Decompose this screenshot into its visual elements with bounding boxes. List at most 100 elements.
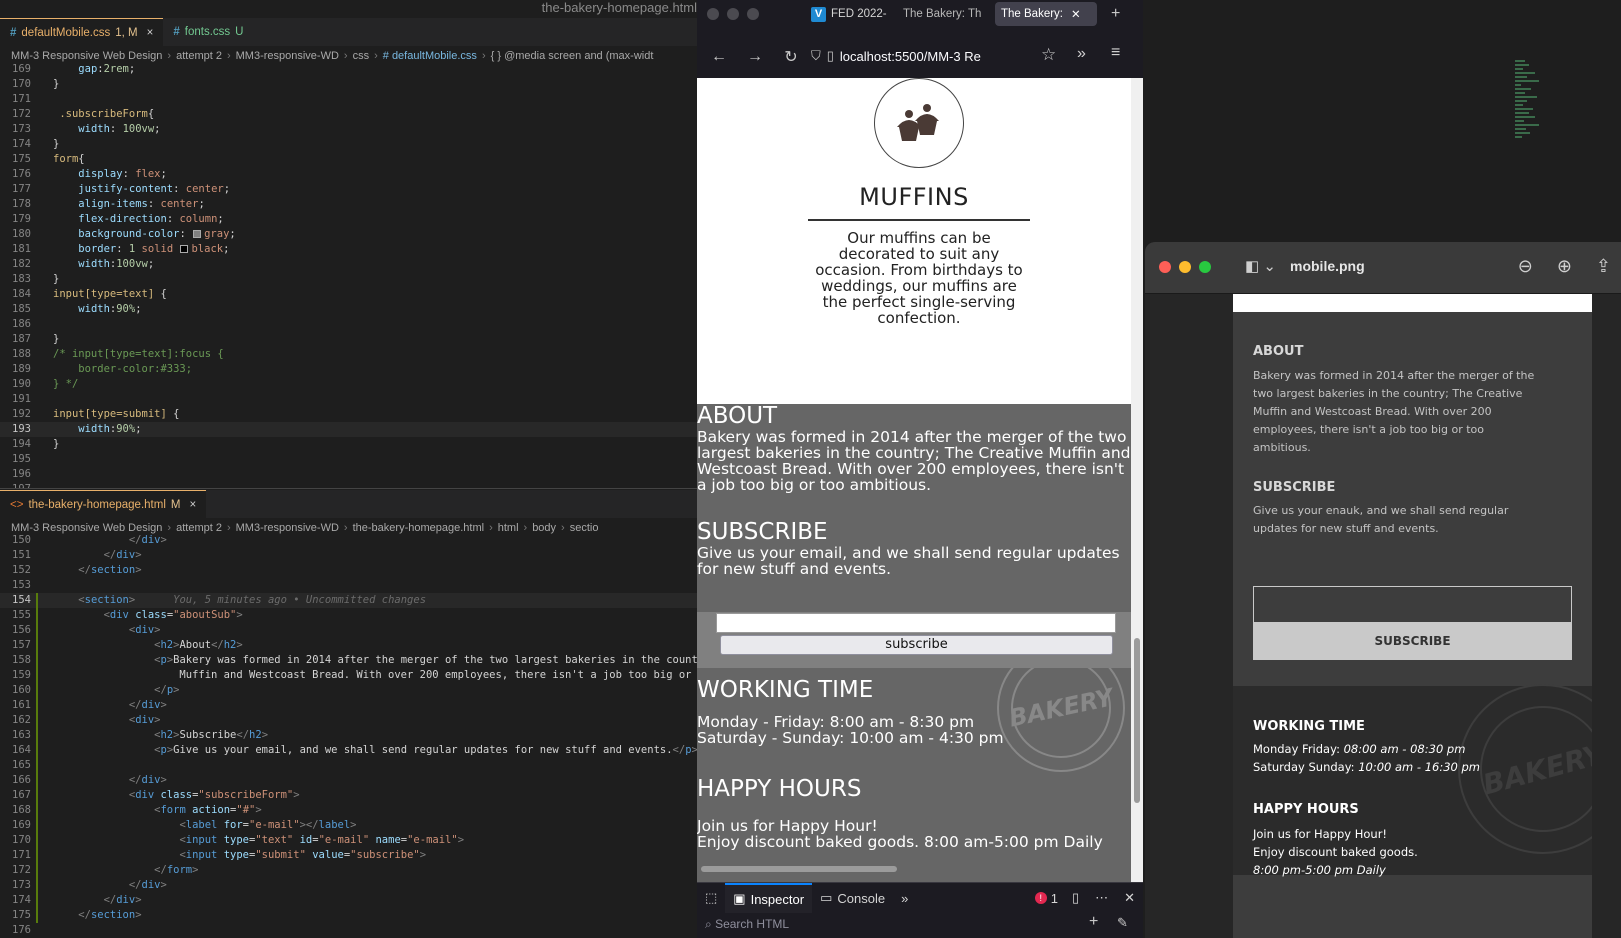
browser-tab-label: FED 2022- [831,8,887,20]
tab-bakery-homepage-html[interactable]: <> the-bakery-homepage.html M × [0,490,207,518]
close-window-button[interactable] [1159,261,1171,273]
close-icon[interactable]: ✕ [1071,7,1081,21]
line-number: 176 [12,924,31,936]
browser-tab-bakery-1[interactable]: The Bakery: Th [897,2,991,26]
preview-titlebar: ◧ ⌄ mobile.png ⊖ ⊕ ⇪ [1145,242,1621,294]
tab-defaultmobile-css[interactable]: # defaultMobile.css 1, M × [0,18,164,46]
git-change-marker [36,758,38,773]
shield-icon[interactable]: ⛉ [811,48,821,64]
working-time-weekdays: Monday - Friday: 8:00 am - 8:30 pm [697,713,975,731]
star-bookmark-icon[interactable]: ☆ [1041,45,1056,65]
git-change-marker [36,893,38,908]
line-number: 186 [12,318,31,330]
line-number: 178 [12,198,31,210]
responsive-design-icon[interactable]: ▯ [1064,883,1087,913]
git-change-marker [36,683,38,698]
tab-console[interactable]: ▭ Console [812,883,893,913]
mockup-happy-line2: Enjoy discount baked goods. [1253,845,1418,859]
mobile-mockup-image: ABOUT Bakery was formed in 2014 after th… [1233,294,1592,938]
search-placeholder: Search HTML [715,917,790,931]
breadcrumb-item[interactable]: { } @media screen and (max-widt [491,50,654,62]
sidebar-toggle-icon[interactable]: ◧ ⌄ [1245,257,1276,275]
close-icon[interactable]: × [189,499,196,511]
zoom-in-icon[interactable]: ⊕ [1557,256,1572,277]
email-input[interactable] [716,613,1116,633]
hamburger-menu-icon[interactable]: ≡ [1111,44,1120,62]
error-count-badge[interactable]: ! 1 [1034,890,1064,906]
editor-minimap[interactable] [1143,0,1621,242]
color-swatch[interactable] [193,230,202,238]
chevron-right-icon: › [374,50,378,62]
line-number: 192 [12,408,31,420]
mockup-about-text: Bakery was formed in 2014 after the merg… [1253,369,1535,454]
heading-underline [808,219,1030,221]
css-code-area[interactable]: 169 gap:2rem; 170} 171 172 .subscribeFor… [0,62,697,488]
line-number: 157 [12,639,31,651]
forward-arrow-icon[interactable]: → [737,48,773,66]
devtools-toolbar: ⬚ ▣ Inspector ▭ Console » ! 1 ▯ ⋯ ✕ [697,883,1143,913]
zoom-window-button[interactable] [747,8,759,20]
preview-filename: mobile.png [1290,258,1365,274]
page-viewport[interactable]: MUFFINS Our muffins can be decorated to … [697,78,1131,882]
window-controls [1159,261,1211,273]
line-number: 177 [12,183,31,195]
html-code-area[interactable]: 150 </div> 151 </div> 152 </section> 153… [0,533,697,938]
overflow-chevron-icon[interactable]: » [1077,45,1086,63]
browser-tab-fed[interactable]: V FED 2022- [805,2,893,26]
line-number: 151 [12,549,31,561]
tab-fonts-css[interactable]: # fonts.css U [163,18,253,46]
stamp-text: BAKERY [1465,691,1592,847]
color-swatch[interactable] [180,245,189,253]
minimize-window-button[interactable] [727,8,739,20]
close-icon[interactable]: × [147,27,154,39]
breadcrumb-item[interactable]: MM-3 Responsive Web Design [11,50,162,62]
scrollbar-thumb[interactable] [1134,638,1140,803]
more-options-icon[interactable]: ⋯ [1087,883,1116,913]
chevron-right-icon: › [481,50,486,62]
breadcrumb-item[interactable]: # defaultMobile.css [383,50,477,62]
url-bar[interactable]: ⛉ ▯ localhost:5500/MM-3 Re [811,44,1031,68]
breadcrumb-item[interactable]: attempt 2 [176,50,222,62]
breadcrumb-item[interactable]: css [353,50,370,62]
git-blame-annotation: You, 5 minutes ago • Uncommitted changes [173,594,427,606]
browser-tab-bakery-2[interactable]: The Bakery: ✕ [995,2,1097,26]
close-devtools-icon[interactable]: ✕ [1116,883,1143,913]
line-number: 163 [12,729,31,741]
url-text[interactable]: localhost:5500/MM-3 Re [840,49,981,64]
error-count: 1 [1050,890,1058,906]
share-icon[interactable]: ⇪ [1596,256,1611,277]
firefox-window: V FED 2022- The Bakery: Th The Bakery: ✕ +… [697,0,1143,938]
more-tools-chevron-icon[interactable]: » [893,883,916,913]
horizontal-scrollbar[interactable] [701,866,897,872]
subscribe-button[interactable]: subscribe [720,635,1113,655]
git-change-marker [36,728,38,743]
element-picker-icon[interactable]: ⬚ [697,883,725,913]
vscode-window: the-bakery-homepage.html # defaultMobile… [0,0,697,938]
breadcrumb-item[interactable]: MM3-responsive-WD [236,50,339,62]
reload-icon[interactable]: ↻ [773,47,809,67]
working-time-heading: WORKING TIME [697,677,874,703]
zoom-out-icon[interactable]: ⊖ [1518,256,1533,277]
zoom-window-button[interactable] [1199,261,1211,273]
tab-label: defaultMobile.css [21,26,111,39]
line-number: 176 [12,168,31,180]
line-number: 168 [12,804,31,816]
editor-split-divider[interactable] [0,488,697,489]
add-node-icon[interactable]: + [1089,913,1098,931]
close-window-button[interactable] [707,8,719,20]
back-arrow-icon[interactable]: ← [701,48,737,66]
line-number: 171 [12,93,31,105]
working-time-weekend: Saturday - Sunday: 10:00 am - 4:30 pm [697,729,1004,747]
chevron-right-icon: › [167,50,172,62]
line-number: 158 [12,654,31,666]
tab-status: M [170,498,181,511]
new-tab-button[interactable]: + [1105,2,1131,26]
tab-inspector[interactable]: ▣ Inspector [725,883,813,913]
window-title: the-bakery-homepage.html [541,0,697,15]
line-number: 191 [12,393,31,405]
minimize-window-button[interactable] [1179,261,1191,273]
html-search-input[interactable]: ⌕ Search HTML [705,917,789,932]
mockup-about-heading: ABOUT [1253,344,1304,359]
vertical-scrollbar[interactable] [1131,78,1143,882]
eyedropper-icon[interactable]: ✎ [1117,915,1128,931]
